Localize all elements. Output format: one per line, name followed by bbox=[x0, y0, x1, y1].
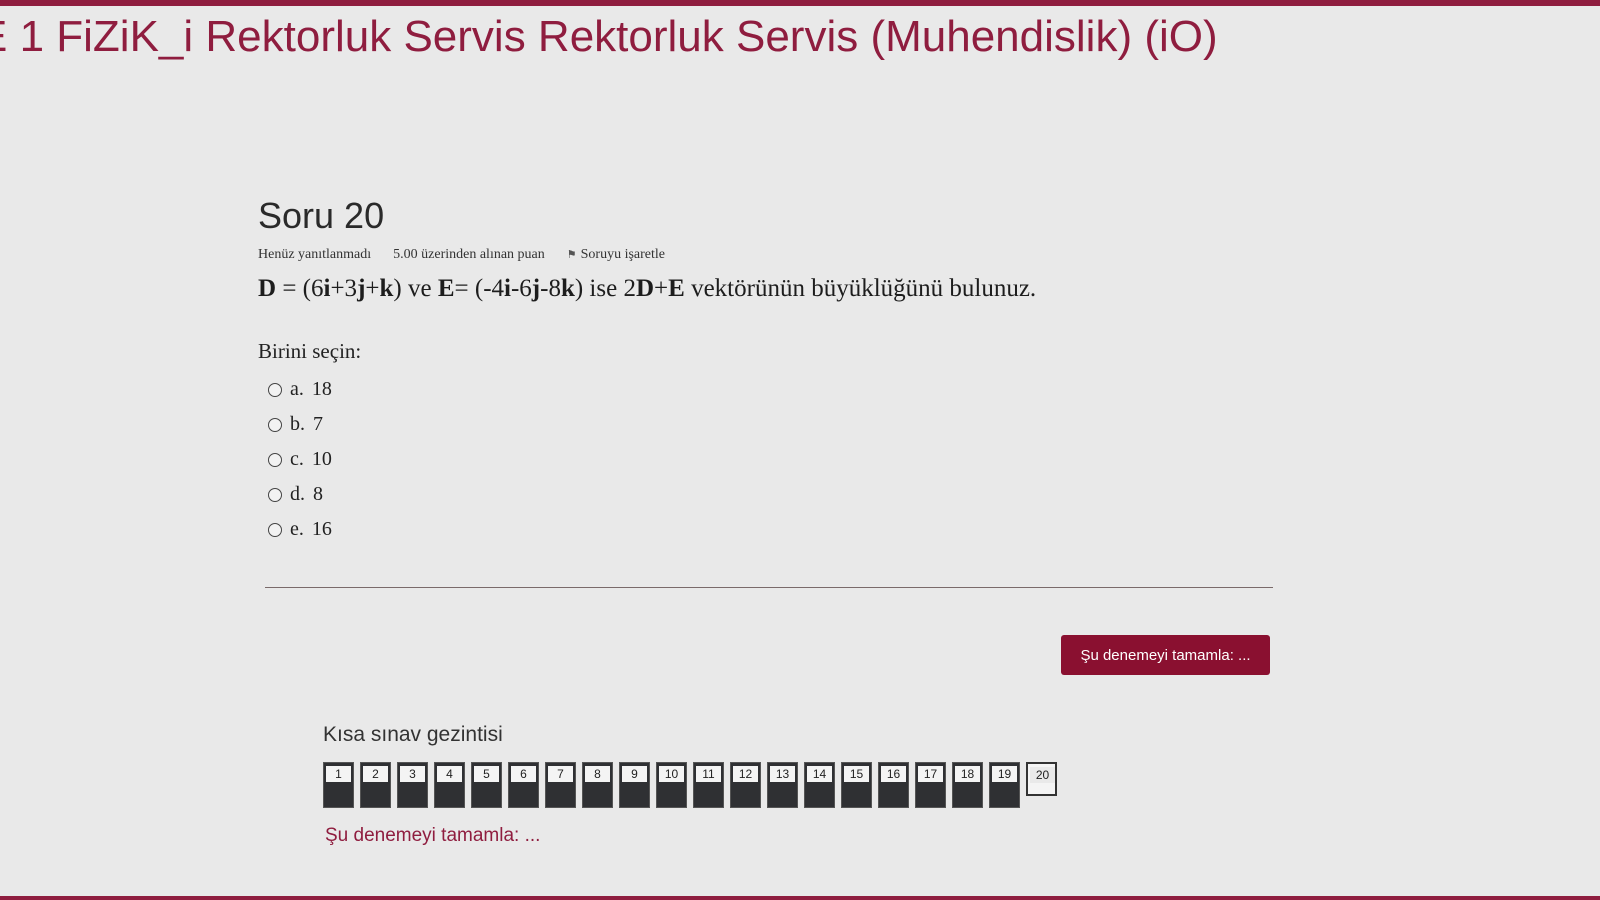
answer-value: 7 bbox=[313, 413, 323, 435]
quiz-nav-number: 5 bbox=[474, 766, 499, 782]
quiz-nav-number: 12 bbox=[733, 766, 758, 782]
quiz-nav-number: 4 bbox=[437, 766, 462, 782]
answer-value: 10 bbox=[311, 448, 332, 470]
quiz-nav-number: 17 bbox=[918, 766, 943, 782]
quiz-nav-number: 7 bbox=[548, 766, 573, 782]
quiz-nav-button-10[interactable]: 10 bbox=[656, 762, 687, 808]
top-accent-bar bbox=[0, 0, 1600, 6]
quiz-nav-number: 2 bbox=[363, 766, 388, 782]
answer-letter: e. bbox=[290, 518, 304, 540]
question-info: Henüz yanıtlanmadı 5.00 üzerinden alınan… bbox=[258, 247, 1278, 263]
question-text-part: + bbox=[654, 275, 669, 302]
answer-option-d[interactable]: d. 8 bbox=[268, 477, 1278, 512]
flag-question-link[interactable]: ⚑ Soruyu işaretle bbox=[567, 247, 665, 263]
quiz-nav-number: 16 bbox=[881, 766, 906, 782]
vector-d: D bbox=[635, 275, 655, 302]
quiz-nav-button-15[interactable]: 15 bbox=[841, 762, 872, 808]
quiz-nav-button-17[interactable]: 17 bbox=[915, 762, 946, 808]
quiz-nav-number: 6 bbox=[511, 766, 536, 782]
answer-letter: a. bbox=[290, 378, 304, 400]
quiz-nav-number: 3 bbox=[400, 766, 425, 782]
course-title: E 1 FiZiK_i Rektorluk Servis Rektorluk S… bbox=[0, 12, 1218, 61]
question-text-part: +3 bbox=[330, 275, 358, 302]
quiz-nav-button-8[interactable]: 8 bbox=[582, 762, 613, 808]
question-text-part: vektörünün büyüklüğünü bulunuz. bbox=[684, 275, 1037, 302]
quiz-nav-button-9[interactable]: 9 bbox=[619, 762, 650, 808]
radio-button[interactable] bbox=[268, 382, 282, 397]
answer-list: a. 18 b. 7 c. 10 d. 8 e. 16 bbox=[268, 372, 1278, 547]
question-title: Soru 20 bbox=[258, 195, 385, 236]
quiz-nav-button-6[interactable]: 6 bbox=[508, 762, 539, 808]
answer-option-a[interactable]: a. 18 bbox=[268, 372, 1278, 407]
answer-value: 18 bbox=[311, 378, 332, 400]
unit-i: i bbox=[504, 275, 511, 302]
radio-button[interactable] bbox=[268, 452, 282, 467]
quiz-nav-button-14[interactable]: 14 bbox=[804, 762, 835, 808]
quiz-nav-button-18[interactable]: 18 bbox=[952, 762, 983, 808]
quiz-nav-number: 8 bbox=[585, 766, 610, 782]
flag-icon: ⚑ bbox=[566, 249, 577, 261]
bottom-accent-bar bbox=[0, 896, 1600, 900]
quiz-nav-button-4[interactable]: 4 bbox=[434, 762, 465, 808]
quiz-nav-number: 1 bbox=[326, 766, 351, 782]
vector-e: E bbox=[668, 275, 685, 302]
quiz-navigation-title: Kısa sınav gezintisi bbox=[323, 723, 503, 746]
quiz-nav-button-3[interactable]: 3 bbox=[397, 762, 428, 808]
quiz-nav-button-5[interactable]: 5 bbox=[471, 762, 502, 808]
quiz-nav-button-11[interactable]: 11 bbox=[693, 762, 724, 808]
answer-letter: c. bbox=[290, 448, 304, 470]
quiz-nav-button-2[interactable]: 2 bbox=[360, 762, 391, 808]
question-text-part: + bbox=[365, 275, 380, 302]
answer-prompt: Birini seçin: bbox=[258, 339, 362, 363]
quiz-nav-button-19[interactable]: 19 bbox=[989, 762, 1020, 808]
quiz-nav-number: 20 bbox=[1030, 767, 1055, 783]
quiz-nav-button-13[interactable]: 13 bbox=[767, 762, 798, 808]
finish-attempt-button[interactable]: Şu denemeyi tamamla: ... bbox=[1061, 635, 1270, 675]
question-block: Soru 20 Henüz yanıtlanmadı 5.00 üzerinde… bbox=[258, 195, 1278, 547]
question-text-part: -8 bbox=[540, 275, 561, 302]
radio-button[interactable] bbox=[268, 487, 282, 502]
unit-k: k bbox=[379, 275, 394, 302]
question-text-part: = (6 bbox=[276, 275, 324, 302]
unit-j: j bbox=[531, 275, 541, 302]
answer-value: 16 bbox=[311, 518, 332, 540]
question-text-part: ) ise 2 bbox=[574, 275, 636, 302]
question-text-part: = (-4 bbox=[454, 275, 505, 302]
quiz-nav-number: 14 bbox=[807, 766, 832, 782]
question-points: 5.00 üzerinden alınan puan bbox=[393, 247, 545, 262]
unit-k: k bbox=[560, 275, 575, 302]
question-status: Henüz yanıtlanmadı bbox=[258, 247, 372, 262]
answer-letter: d. bbox=[290, 483, 305, 505]
quiz-nav-number: 11 bbox=[696, 766, 721, 782]
quiz-nav-number: 13 bbox=[770, 766, 795, 782]
question-text-part: ) ve bbox=[393, 275, 438, 302]
answer-option-b[interactable]: b. 7 bbox=[268, 407, 1278, 442]
section-divider bbox=[265, 587, 1273, 588]
quiz-nav-button-20[interactable]: 20 bbox=[1026, 762, 1057, 796]
radio-button[interactable] bbox=[268, 522, 282, 537]
question-text-part: -6 bbox=[510, 275, 532, 302]
quiz-nav-button-16[interactable]: 16 bbox=[878, 762, 909, 808]
quiz-nav-number: 15 bbox=[844, 766, 869, 782]
answer-option-e[interactable]: e. 16 bbox=[268, 512, 1278, 547]
finish-attempt-link[interactable]: Şu denemeyi tamamla: ... bbox=[325, 825, 540, 847]
question-text: D = (6i+3j+k) ve E= (-4i-6j-8k) ise 2D+E… bbox=[258, 275, 1278, 303]
quiz-nav-button-7[interactable]: 7 bbox=[545, 762, 576, 808]
radio-button[interactable] bbox=[268, 417, 282, 432]
quiz-navigation-buttons: 1 2 3 4 5 6 7 8 9 10 11 12 13 14 15 16 17 18 19 20 bbox=[323, 762, 1057, 808]
quiz-nav-button-12[interactable]: 12 bbox=[730, 762, 761, 808]
quiz-nav-number: 18 bbox=[955, 766, 980, 782]
quiz-nav-number: 19 bbox=[992, 766, 1017, 782]
vector-d: D bbox=[258, 275, 277, 302]
quiz-nav-button-1[interactable]: 1 bbox=[323, 762, 354, 808]
flag-label: Soruyu işaretle bbox=[580, 247, 666, 262]
vector-e: E bbox=[437, 275, 455, 302]
quiz-nav-number: 9 bbox=[622, 766, 647, 782]
answer-option-c[interactable]: c. 10 bbox=[268, 442, 1278, 477]
answer-letter: b. bbox=[290, 413, 305, 435]
quiz-nav-number: 10 bbox=[659, 766, 684, 782]
answer-value: 8 bbox=[313, 483, 323, 505]
